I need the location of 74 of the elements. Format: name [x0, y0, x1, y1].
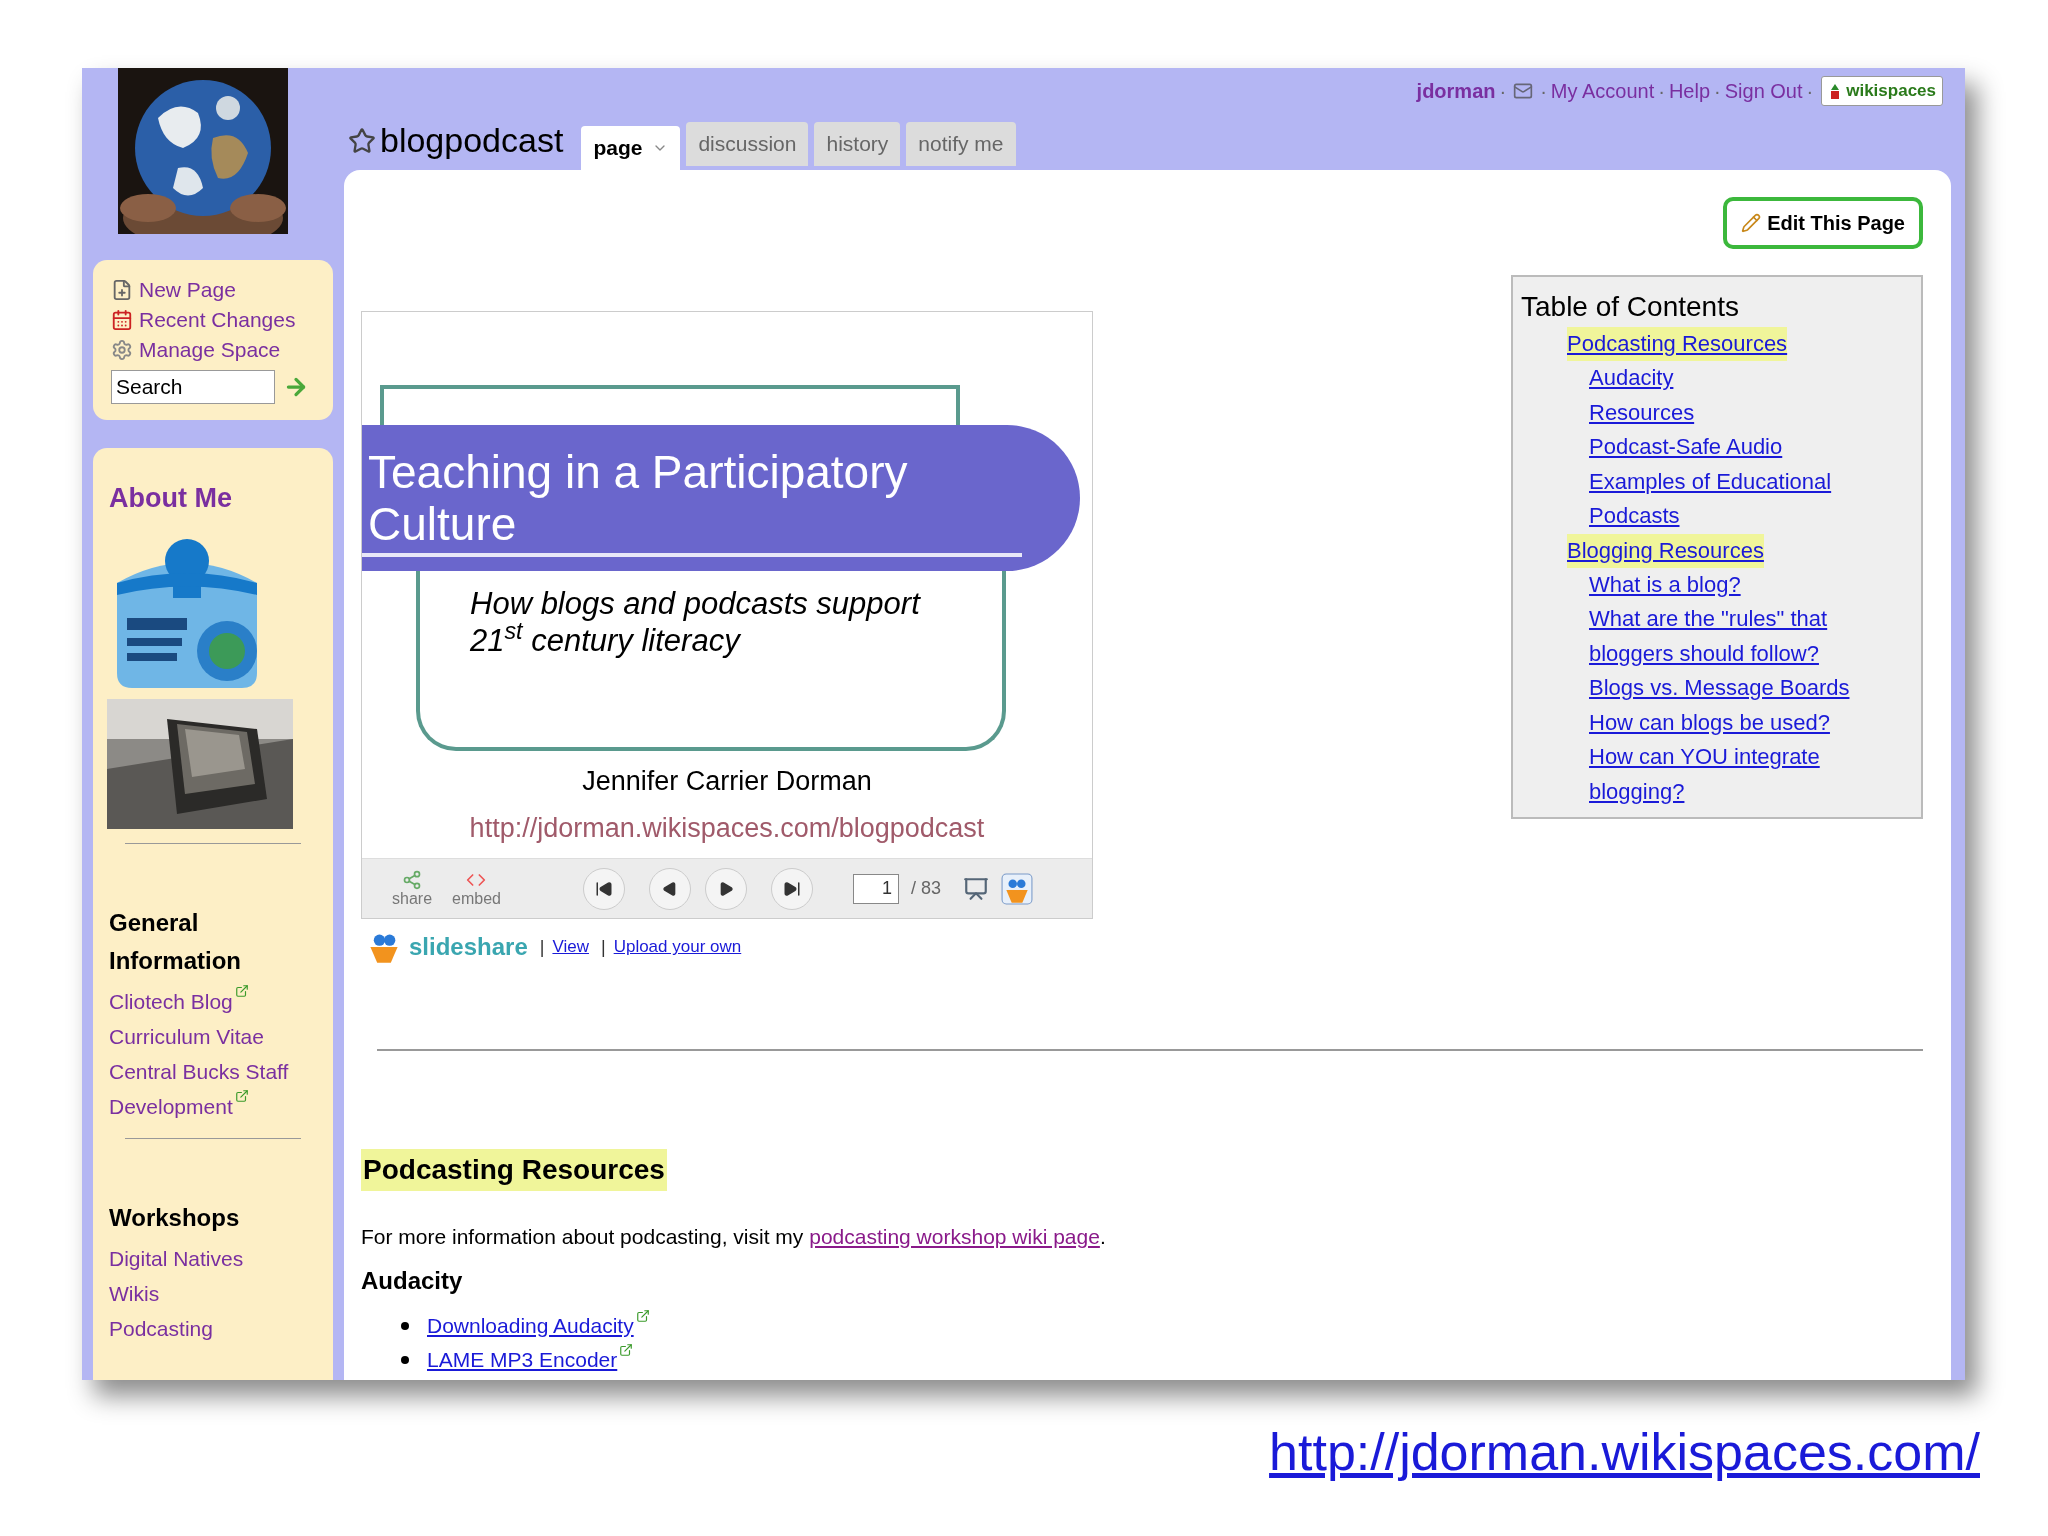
- toc-title: Table of Contents: [1521, 290, 1740, 324]
- slide-number-field[interactable]: 1: [852, 873, 899, 904]
- workshop-wiki-link[interactable]: podcasting workshop wiki page: [809, 1225, 1100, 1248]
- subsection-heading: Audacity: [361, 1265, 464, 1296]
- star-icon[interactable]: [348, 126, 376, 155]
- sidebar-link[interactable]: Cliotech Blog: [109, 983, 309, 1019]
- toc-link[interactable]: How can YOU integrate blogging?: [1589, 740, 1879, 809]
- account-link[interactable]: My Account: [1550, 76, 1655, 106]
- toc-link[interactable]: Blogs vs. Message Boards: [1589, 671, 1879, 706]
- edit-page-button[interactable]: Edit This Page: [1723, 197, 1923, 249]
- toc-link[interactable]: Podcast-Safe Audio: [1589, 430, 1879, 465]
- left-triangle-icon: [661, 880, 678, 897]
- toc-link[interactable]: Examples of Educational Podcasts: [1589, 464, 1879, 534]
- search-field[interactable]: Search: [111, 370, 275, 404]
- sidebar-action-link[interactable]: New Page: [139, 276, 236, 304]
- sidebar-link[interactable]: Curriculum Vitae: [109, 1018, 309, 1054]
- sidebar-link[interactable]: Wikis: [109, 1275, 309, 1311]
- toc-link[interactable]: Blogging Resources: [1567, 533, 1764, 568]
- separator-dot: ·: [1658, 79, 1665, 104]
- wikispaces-badge[interactable]: wikispaces: [1821, 76, 1943, 106]
- share-button[interactable]: share: [392, 869, 433, 908]
- people-icon[interactable]: [1001, 872, 1033, 905]
- new-page-icon: [111, 279, 133, 301]
- separator-dot: ·: [1806, 79, 1814, 104]
- resource-link[interactable]: Downloading Audacity: [427, 1308, 650, 1343]
- embed-button[interactable]: embed: [452, 869, 501, 908]
- slide-author: Jennifer Carrier Dorman: [582, 765, 872, 798]
- toc-link[interactable]: What is a blog?: [1589, 567, 1879, 602]
- toc-link[interactable]: Podcasting Resources: [1567, 327, 1788, 361]
- toc-link[interactable]: What are the "rules" that bloggers should follow?: [1589, 602, 1879, 671]
- caption-link[interactable]: http://jdorman.wikispaces.com/: [1269, 1422, 1980, 1482]
- tab[interactable]: notify me: [906, 122, 1016, 166]
- account-link[interactable]: Help: [1668, 76, 1711, 106]
- section-heading: Podcasting Resources: [361, 1149, 667, 1191]
- page-title: blogpodcast: [380, 120, 564, 161]
- section-heading: General Information: [109, 907, 242, 976]
- tab[interactable]: discussion: [686, 122, 809, 166]
- separator-text: |: [600, 935, 606, 959]
- sidebar-link[interactable]: Central Bucks Staff Development: [109, 1053, 309, 1124]
- resource-link[interactable]: LAME MP3 Encoder: [427, 1342, 634, 1377]
- tab[interactable]: history: [814, 122, 901, 166]
- account-link[interactable]: Sign Out: [1724, 76, 1803, 106]
- separator-text: |: [539, 935, 545, 959]
- calendar-icon: [111, 309, 133, 331]
- presentation-icon[interactable]: [963, 875, 989, 902]
- sidebar-action-link[interactable]: Recent Changes: [139, 306, 296, 334]
- share-icon: [402, 869, 422, 890]
- username: jdorman: [1416, 79, 1496, 104]
- toc-link[interactable]: Resources: [1589, 395, 1879, 430]
- slideshare-brand: slideshare: [409, 932, 528, 962]
- separator-dot: ·: [1540, 79, 1547, 104]
- tab[interactable]: page: [581, 126, 681, 170]
- sidebar-action-link[interactable]: Manage Space: [139, 336, 281, 364]
- paragraph: For more information about podcasting, visit my podcasting workshop wiki page.: [361, 1224, 1107, 1250]
- separator-dot: ·: [1714, 79, 1721, 104]
- sidebar-link[interactable]: Podcasting: [109, 1310, 309, 1346]
- bullet-icon: [401, 1321, 409, 1330]
- sidebar-link[interactable]: Digital Natives: [109, 1240, 309, 1276]
- toc-link[interactable]: How can blogs be used?: [1589, 705, 1879, 740]
- slide-total: / 83: [910, 877, 941, 900]
- bullet-icon: [401, 1355, 409, 1364]
- skip-forward-icon: [782, 879, 801, 898]
- slide-title: Teaching in a Participatory Culture: [368, 446, 909, 550]
- slide-subtitle: How blogs and podcasts support 21$^{st}$ century literacy: [470, 585, 922, 659]
- section-heading: Workshops: [109, 1202, 241, 1233]
- gear-icon: [111, 339, 133, 361]
- separator-dot: ·: [1499, 79, 1507, 104]
- skip-back-icon: [594, 879, 613, 898]
- embed-footer-link[interactable]: Upload your own: [613, 934, 742, 960]
- pencil-icon: [1741, 213, 1762, 233]
- slide-url: http://jdorman.wikispaces.com/blogpodcast: [469, 811, 985, 845]
- embed-footer-link[interactable]: View: [552, 934, 589, 960]
- about-me-heading: About Me: [109, 482, 233, 515]
- toc-link[interactable]: Audacity: [1589, 361, 1879, 396]
